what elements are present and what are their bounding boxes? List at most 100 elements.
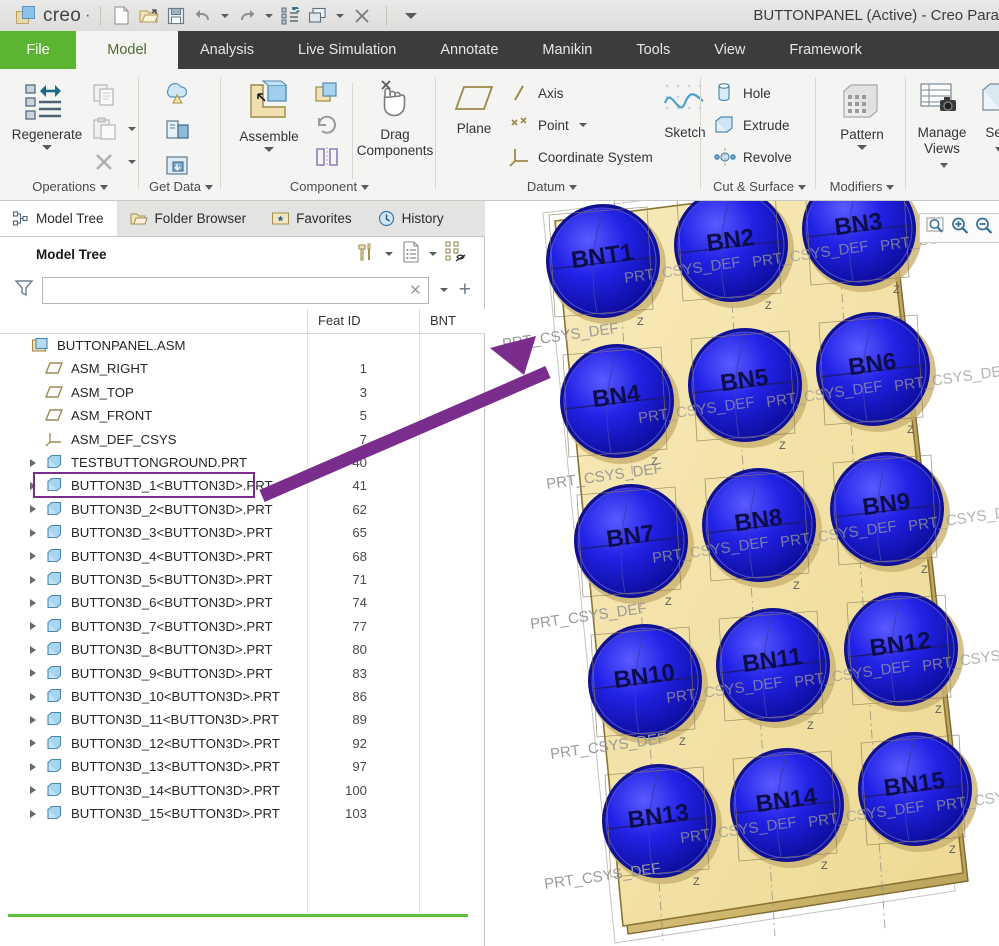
filter-dropdown-icon[interactable] bbox=[440, 288, 448, 292]
point-dropdown-icon[interactable] bbox=[579, 123, 587, 127]
undo-icon[interactable] bbox=[191, 4, 215, 27]
mirror-component-button[interactable] bbox=[314, 145, 340, 169]
expand-arrow-icon[interactable] bbox=[30, 810, 36, 818]
expand-arrow-icon[interactable] bbox=[30, 576, 36, 584]
extrude-button[interactable]: Extrude bbox=[714, 115, 790, 135]
coordinate-system-button[interactable]: Coordinate System bbox=[509, 147, 653, 167]
tab-file[interactable]: File bbox=[0, 31, 76, 69]
paste-button[interactable] bbox=[92, 117, 139, 141]
new-file-icon[interactable] bbox=[110, 4, 134, 27]
3d-model-scene[interactable]: ZBNT1ZBN2ZBN3ZBN4ZBN5ZBN6ZBN7ZBN8ZBN9ZBN… bbox=[485, 201, 999, 946]
group-title-cut-surface[interactable]: Cut & Surface bbox=[702, 179, 817, 194]
paste-dropdown-icon[interactable] bbox=[128, 127, 136, 131]
table-row[interactable]: BUTTON3D_13<BUTTON3D>.PRT97 bbox=[0, 755, 485, 778]
group-title-get-data[interactable]: Get Data bbox=[140, 179, 222, 194]
group-title-modifiers[interactable]: Modifiers bbox=[817, 179, 907, 194]
close-window-icon[interactable] bbox=[350, 4, 374, 27]
expand-arrow-icon[interactable] bbox=[30, 786, 36, 794]
import-button[interactable] bbox=[164, 81, 192, 107]
window-dropdown-icon[interactable] bbox=[336, 14, 344, 18]
display-dropdown-icon[interactable] bbox=[429, 252, 437, 256]
settings-dropdown-icon[interactable] bbox=[385, 252, 393, 256]
table-row[interactable]: BUTTON3D_2<BUTTON3D>.PRT62 bbox=[0, 498, 485, 521]
axis-button[interactable]: Axis bbox=[509, 83, 564, 103]
point-button[interactable]: Point bbox=[509, 115, 590, 135]
tab-favorites[interactable]: Favorites bbox=[259, 201, 365, 236]
table-row[interactable]: BUTTON3D_6<BUTTON3D>.PRT74 bbox=[0, 591, 485, 614]
table-row[interactable]: ASM_RIGHT1 bbox=[0, 357, 485, 380]
expand-arrow-icon[interactable] bbox=[30, 693, 36, 701]
table-row[interactable]: ASM_FRONT5 bbox=[0, 404, 485, 427]
shrinkwrap-button[interactable] bbox=[164, 153, 192, 179]
section-button[interactable]: Sec bbox=[977, 81, 999, 157]
table-row[interactable]: BUTTON3D_12<BUTTON3D>.PRT92 bbox=[0, 732, 485, 755]
table-row[interactable]: BUTTON3D_14<BUTTON3D>.PRT100 bbox=[0, 779, 485, 802]
table-row[interactable]: BUTTON3D_11<BUTTON3D>.PRT89 bbox=[0, 708, 485, 731]
expand-arrow-icon[interactable] bbox=[30, 622, 36, 630]
pattern-button[interactable]: Pattern bbox=[822, 81, 902, 150]
tab-analysis[interactable]: Analysis bbox=[178, 31, 276, 69]
delete-button[interactable] bbox=[92, 151, 139, 173]
zoom-in-icon[interactable] bbox=[950, 216, 970, 241]
tab-view[interactable]: View bbox=[692, 31, 767, 69]
column-header-feat-id[interactable]: Feat ID bbox=[318, 313, 361, 328]
section-dropdown-icon[interactable] bbox=[995, 147, 999, 152]
group-title-datum[interactable]: Datum bbox=[437, 179, 667, 194]
table-row[interactable]: BUTTON3D_3<BUTTON3D>.PRT65 bbox=[0, 521, 485, 544]
repeat-button[interactable] bbox=[314, 113, 340, 137]
group-title-component[interactable]: Component bbox=[222, 179, 437, 194]
zoom-out-icon[interactable] bbox=[974, 216, 994, 241]
expand-arrow-icon[interactable] bbox=[30, 552, 36, 560]
tab-model-tree[interactable]: Model Tree bbox=[0, 201, 117, 236]
table-row[interactable]: BUTTON3D_4<BUTTON3D>.PRT68 bbox=[0, 545, 485, 568]
table-row[interactable]: BUTTON3D_9<BUTTON3D>.PRT83 bbox=[0, 662, 485, 685]
display-list-icon[interactable] bbox=[401, 241, 421, 268]
redo-icon[interactable] bbox=[235, 4, 259, 27]
tab-live-simulation[interactable]: Live Simulation bbox=[276, 31, 418, 69]
group-title-operations[interactable]: Operations bbox=[0, 179, 140, 194]
create-component-button[interactable] bbox=[314, 81, 340, 105]
tab-manikin[interactable]: Manikin bbox=[520, 31, 614, 69]
customize-icon[interactable] bbox=[399, 4, 423, 27]
copy-button[interactable] bbox=[92, 83, 118, 107]
tab-tools[interactable]: Tools bbox=[614, 31, 692, 69]
funnel-icon[interactable] bbox=[8, 279, 34, 302]
merge-inheritance-button[interactable] bbox=[164, 117, 192, 143]
redo-dropdown-icon[interactable] bbox=[265, 14, 273, 18]
tree-filter-hide-icon[interactable] bbox=[445, 241, 469, 268]
open-file-icon[interactable] bbox=[137, 4, 161, 27]
manage-views-button[interactable]: Manage Views bbox=[909, 81, 975, 173]
expand-arrow-icon[interactable] bbox=[30, 739, 36, 747]
clear-x-icon[interactable]: ✕ bbox=[409, 281, 422, 299]
tab-folder-browser[interactable]: Folder Browser bbox=[117, 201, 260, 236]
tab-framework[interactable]: Framework bbox=[767, 31, 884, 69]
plane-button[interactable]: Plane bbox=[443, 81, 505, 137]
revolve-button[interactable]: Revolve bbox=[714, 147, 792, 167]
model-tree-list[interactable]: BUTTONPANEL.ASMASM_RIGHT1ASM_TOP3ASM_FRO… bbox=[0, 334, 485, 914]
tab-history[interactable]: History bbox=[365, 201, 457, 236]
graphics-viewport[interactable]: ZBNT1ZBN2ZBN3ZBN4ZBN5ZBN6ZBN7ZBN8ZBN9ZBN… bbox=[485, 201, 999, 946]
undo-dropdown-icon[interactable] bbox=[221, 14, 229, 18]
manage-views-dropdown-icon[interactable] bbox=[940, 163, 948, 168]
expand-arrow-icon[interactable] bbox=[30, 763, 36, 771]
pattern-dropdown-icon[interactable] bbox=[857, 145, 867, 150]
tab-model[interactable]: Model bbox=[76, 31, 178, 69]
table-row[interactable]: BUTTON3D_5<BUTTON3D>.PRT71 bbox=[0, 568, 485, 591]
regenerate-dropdown-icon[interactable] bbox=[42, 145, 52, 150]
delete-dropdown-icon[interactable] bbox=[128, 160, 136, 164]
expand-arrow-icon[interactable] bbox=[30, 716, 36, 724]
column-header-bnt[interactable]: BNT bbox=[430, 313, 456, 328]
expand-arrow-icon[interactable] bbox=[30, 505, 36, 513]
assemble-button[interactable]: Assemble bbox=[228, 79, 310, 152]
table-row[interactable]: BUTTON3D_8<BUTTON3D>.PRT80 bbox=[0, 638, 485, 661]
tab-annotate[interactable]: Annotate bbox=[418, 31, 520, 69]
expand-arrow-icon[interactable] bbox=[30, 646, 36, 654]
assemble-dropdown-icon[interactable] bbox=[264, 147, 274, 152]
model-tree-search-field[interactable]: ✕ bbox=[42, 277, 429, 304]
zoom-box-icon[interactable] bbox=[926, 216, 946, 241]
save-icon[interactable] bbox=[164, 4, 188, 27]
table-row[interactable]: ASM_DEF_CSYS7 bbox=[0, 428, 485, 451]
table-row[interactable]: BUTTON3D_10<BUTTON3D>.PRT86 bbox=[0, 685, 485, 708]
settings-icon[interactable] bbox=[355, 241, 377, 268]
table-row[interactable]: TESTBUTTONGROUND.PRT40 bbox=[0, 451, 485, 474]
